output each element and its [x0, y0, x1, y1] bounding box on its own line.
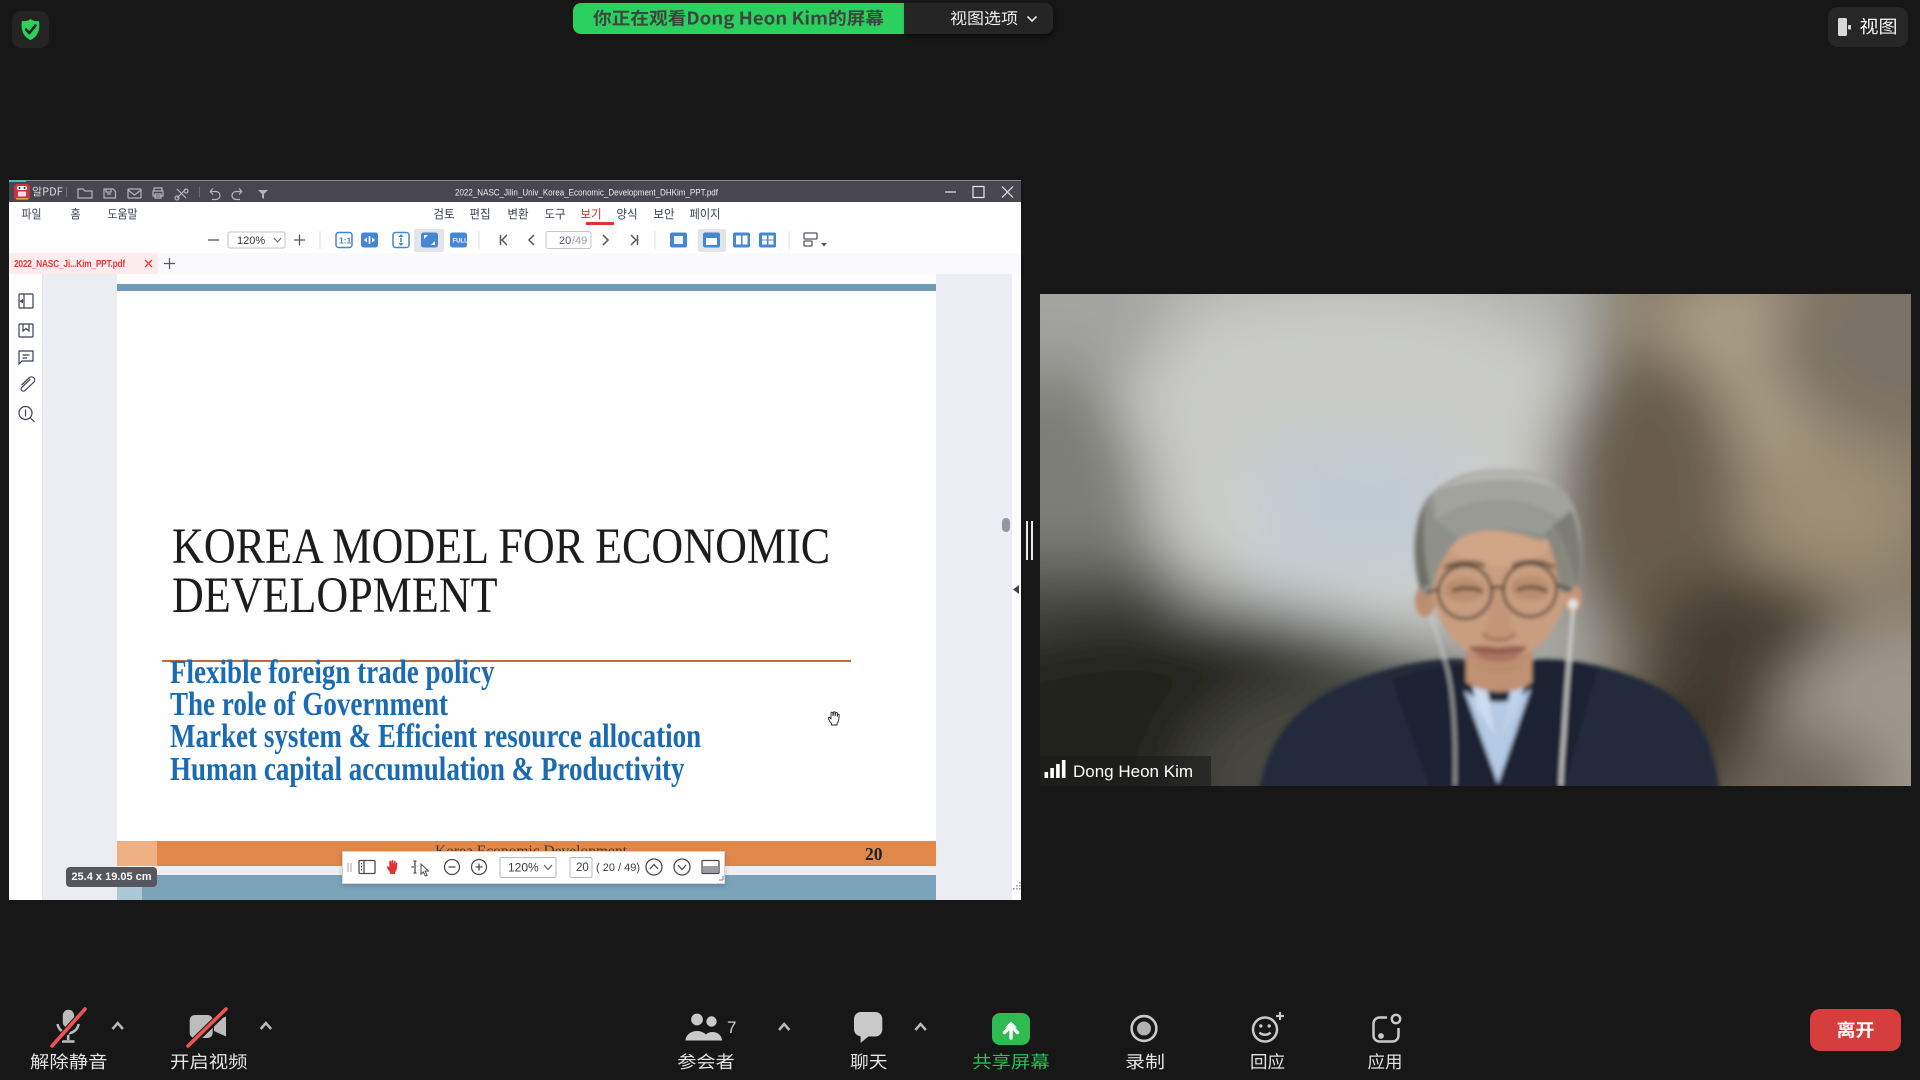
svg-text:1:1: 1:1	[339, 236, 352, 246]
svg-text:FULL: FULL	[453, 239, 469, 245]
svg-text:( 20 / 49): ( 20 / 49)	[596, 862, 640, 874]
svg-text:20: 20	[576, 862, 589, 874]
svg-text:2022_NASC_Jilin_Univ_Korea_Eco: 2022_NASC_Jilin_Univ_Korea_Economic_Deve…	[455, 188, 718, 198]
svg-text:7: 7	[727, 1018, 736, 1037]
svg-text:Dong Heon Kim: Dong Heon Kim	[1073, 762, 1193, 781]
svg-text:20: 20	[559, 235, 571, 247]
svg-text:/49: /49	[572, 235, 587, 247]
svg-text:120%: 120%	[508, 861, 539, 875]
svg-text:120%: 120%	[237, 235, 265, 247]
